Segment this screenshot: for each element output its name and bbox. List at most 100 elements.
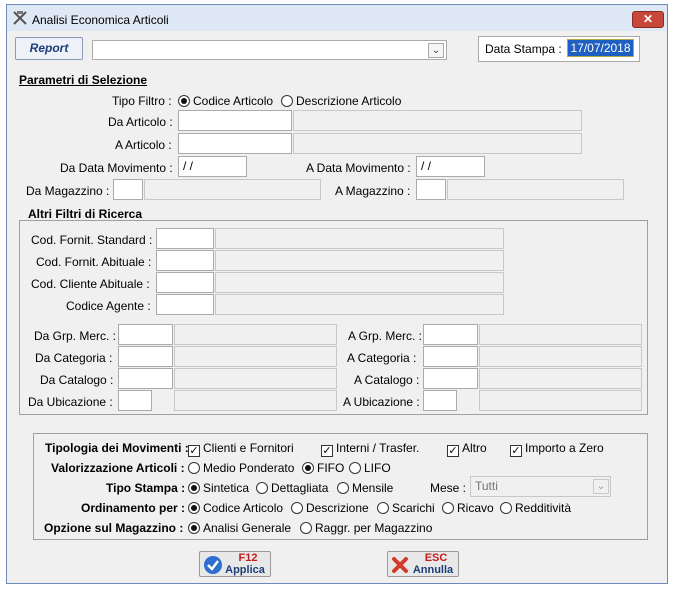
close-button[interactable]: ✕ <box>632 11 664 28</box>
agente-label: Codice Agente : <box>66 299 151 313</box>
radio-off-icon <box>442 502 454 514</box>
cli-abit-label: Cod. Cliente Abituale : <box>31 277 150 291</box>
mese-select[interactable]: Tutti <box>470 476 611 497</box>
ordinamento-label: Ordinamento per : <box>81 501 186 515</box>
radio-label: LIFO <box>364 461 391 475</box>
forn-std-label: Cod. Fornit. Standard : <box>31 233 153 247</box>
radio-on-icon <box>188 502 200 514</box>
applica-button[interactable]: F12 Applica <box>199 551 271 577</box>
a-magazzino-descr <box>447 179 624 200</box>
radio-off-icon <box>291 502 303 514</box>
radio-mensile[interactable]: Mensile <box>337 481 393 495</box>
radio-medio[interactable]: Medio Ponderato <box>188 461 294 475</box>
a-articolo-field[interactable] <box>178 133 292 154</box>
radio-off-icon <box>377 502 389 514</box>
da-ubic-descr <box>174 390 337 411</box>
da-catalogo-field[interactable] <box>118 368 173 389</box>
radio-label: Codice Articolo <box>203 501 284 515</box>
radio-ord-codice[interactable]: Codice Articolo <box>188 501 283 515</box>
da-magazzino-label: Da Magazzino : <box>26 184 110 198</box>
radio-lifo[interactable]: LIFO <box>349 461 391 475</box>
report-select[interactable] <box>92 40 447 60</box>
a-catalogo-field[interactable] <box>423 368 478 389</box>
f12-key-label: F12 <box>238 552 258 564</box>
radio-label: Analisi Generale <box>203 521 292 535</box>
tipo-filtro-label: Tipo Filtro : <box>112 94 172 108</box>
valorizzazione-label: Valorizzazione Articoli : <box>51 461 185 475</box>
da-cat-field[interactable] <box>118 346 173 367</box>
radio-off-icon <box>188 462 200 474</box>
radio-sintetica[interactable]: Sintetica <box>188 481 249 495</box>
chk-importo-zero[interactable]: ✓ Importo a Zero <box>510 441 604 457</box>
radio-off-icon <box>281 95 293 107</box>
da-ubic-label: Da Ubicazione : <box>28 395 113 409</box>
a-cat-descr <box>479 346 642 367</box>
radio-on-icon <box>302 462 314 474</box>
radio-off-icon <box>500 502 512 514</box>
a-ubic-field[interactable] <box>423 390 457 411</box>
radio-codice-articolo[interactable]: Codice Articolo <box>178 94 273 108</box>
data-stampa-label: Data Stampa : <box>485 42 562 56</box>
da-magazzino-field[interactable] <box>113 179 143 200</box>
da-articolo-label: Da Articolo : <box>108 115 173 129</box>
radio-off-icon <box>300 522 312 534</box>
da-data-mov-field[interactable]: / / <box>178 156 247 177</box>
annulla-label: Annulla <box>412 564 454 576</box>
esc-key-label: ESC <box>424 552 448 564</box>
a-articolo-descr <box>293 133 582 154</box>
a-catalogo-label: A Catalogo : <box>354 373 420 387</box>
window-title: Analisi Economica Articoli <box>32 13 169 27</box>
check-icon: ✓ <box>321 445 333 457</box>
opzione-mag-label: Opzione sul Magazzino : <box>44 521 184 535</box>
radio-label: Redditività <box>515 501 572 515</box>
chevron-down-icon[interactable]: ⌄ <box>593 479 609 494</box>
tipologia-label: Tipologia dei Movimenti : <box>45 441 189 455</box>
da-articolo-descr <box>293 110 582 131</box>
radio-label: Descrizione Articolo <box>296 94 402 108</box>
radio-descrizione-articolo[interactable]: Descrizione Articolo <box>281 94 401 108</box>
mese-label: Mese : <box>430 481 467 495</box>
a-ubic-label: A Ubicazione : <box>343 395 420 409</box>
a-grp-label: A Grp. Merc. : <box>348 329 423 343</box>
radio-dettagliata[interactable]: Dettagliata <box>256 481 328 495</box>
radio-fifo[interactable]: FIFO <box>302 461 344 475</box>
radio-on-icon <box>188 522 200 534</box>
radio-ord-redd[interactable]: Redditività <box>500 501 571 515</box>
da-ubic-field[interactable] <box>118 390 152 411</box>
annulla-button[interactable]: ESC Annulla <box>387 551 459 577</box>
forn-abit-field[interactable] <box>156 250 214 271</box>
data-stampa-field[interactable]: 17/07/2018 <box>567 39 634 57</box>
da-catalogo-label: Da Catalogo : <box>40 373 114 387</box>
a-data-mov-label: A Data Movimento : <box>306 161 411 175</box>
forn-std-descr <box>215 228 504 249</box>
radio-on-icon <box>188 482 200 494</box>
a-ubic-descr <box>479 390 642 411</box>
a-grp-field[interactable] <box>423 324 478 345</box>
check-icon: ✓ <box>447 445 459 457</box>
a-data-mov-field[interactable]: / / <box>416 156 485 177</box>
da-articolo-field[interactable] <box>178 110 292 131</box>
da-grp-field[interactable] <box>118 324 173 345</box>
chk-label: Altro <box>462 441 487 455</box>
radio-ord-ricavo[interactable]: Ricavo <box>442 501 494 515</box>
check-icon: ✓ <box>510 445 522 457</box>
agente-field[interactable] <box>156 294 214 315</box>
radio-label: Mensile <box>352 481 394 495</box>
cli-abit-field[interactable] <box>156 272 214 293</box>
a-magazzino-field[interactable] <box>416 179 446 200</box>
chevron-down-icon[interactable]: ⌄ <box>428 43 444 58</box>
a-cat-field[interactable] <box>423 346 478 367</box>
chk-interni[interactable]: ✓ Interni / Trasfer. <box>321 441 419 457</box>
radio-raggr[interactable]: Raggr. per Magazzino <box>300 521 432 535</box>
radio-off-icon <box>256 482 268 494</box>
chk-altro[interactable]: ✓ Altro <box>447 441 487 457</box>
chk-clienti[interactable]: ✓ Clienti e Fornitori <box>188 441 294 457</box>
forn-std-field[interactable] <box>156 228 214 249</box>
radio-label: Scarichi <box>392 501 435 515</box>
a-articolo-label: A Articolo : <box>115 138 172 152</box>
report-button[interactable]: Report <box>15 37 83 60</box>
radio-ord-scarichi[interactable]: Scarichi <box>377 501 435 515</box>
radio-analisi[interactable]: Analisi Generale <box>188 521 291 535</box>
section-altri-header: Altri Filtri di Ricerca <box>28 207 143 221</box>
radio-ord-descr[interactable]: Descrizione <box>291 501 369 515</box>
